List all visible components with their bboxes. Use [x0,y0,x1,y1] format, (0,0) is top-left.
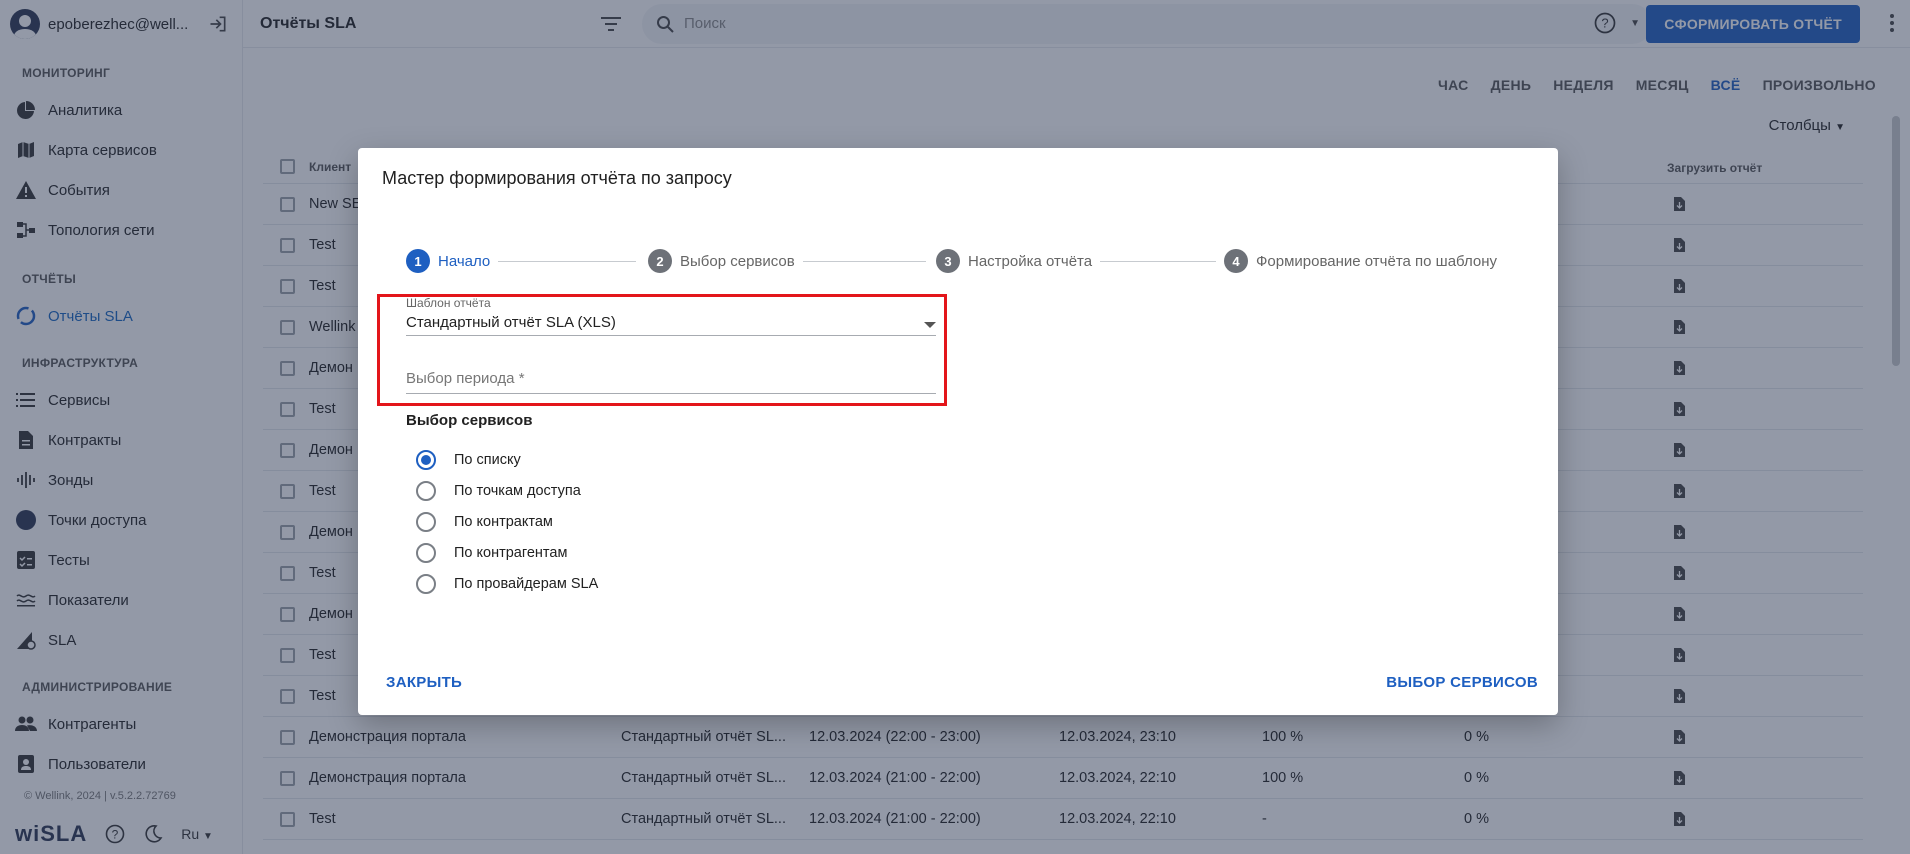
radio-label: По контрагентам [454,544,568,561]
radio-label: По точкам доступа [454,482,581,499]
next-button[interactable]: ВЫБОР СЕРВИСОВ [1386,674,1538,691]
radio-label: По контрактам [454,513,553,530]
step-label: Формирование отчёта по шаблону [1256,252,1498,270]
services-heading: Выбор сервисов [406,412,533,429]
radio-checked-icon[interactable] [416,449,436,470]
report-wizard-dialog: Мастер формирования отчёта по запросу 1 … [358,148,1558,715]
step-label: Настройка отчёта [968,252,1093,270]
close-button[interactable]: ЗАКРЫТЬ [386,674,462,691]
step-settings[interactable]: 3 Настройка отчёта [928,249,1101,273]
radio-label: По провайдерам SLA [454,575,599,592]
radio-label: По списку [454,451,521,468]
step-number: 1 [406,249,430,273]
step-start[interactable]: 1 Начало [406,249,499,273]
step-label: Выбор сервисов [680,252,795,270]
dialog-title: Мастер формирования отчёта по запросу [382,168,732,188]
radio-unchecked-icon[interactable] [416,542,436,563]
wizard-stepper: 1 Начало 2 Выбор сервисов 3 Настройка от… [406,249,1528,273]
radio-option-contracts[interactable]: По контрактам [416,506,598,537]
radio-option-counterparties[interactable]: По контрагентам [416,537,598,568]
radio-option-list[interactable]: По списку [416,444,598,475]
step-number: 2 [648,249,672,273]
step-connector [786,261,926,262]
radio-unchecked-icon[interactable] [416,480,436,501]
step-connector [486,261,636,262]
services-radio-group: По списку По точкам доступа По контракта… [416,444,598,599]
step-services[interactable]: 2 Выбор сервисов [640,249,803,273]
step-label: Начало [438,252,491,270]
radio-unchecked-icon[interactable] [416,573,436,594]
radio-unchecked-icon[interactable] [416,511,436,532]
radio-option-sla-providers[interactable]: По провайдерам SLA [416,568,598,599]
highlight-box [377,294,947,406]
step-generate[interactable]: 4 Формирование отчёта по шаблону [1216,249,1506,273]
step-number: 3 [936,249,960,273]
step-number: 4 [1224,249,1248,273]
radio-option-access-points[interactable]: По точкам доступа [416,475,598,506]
